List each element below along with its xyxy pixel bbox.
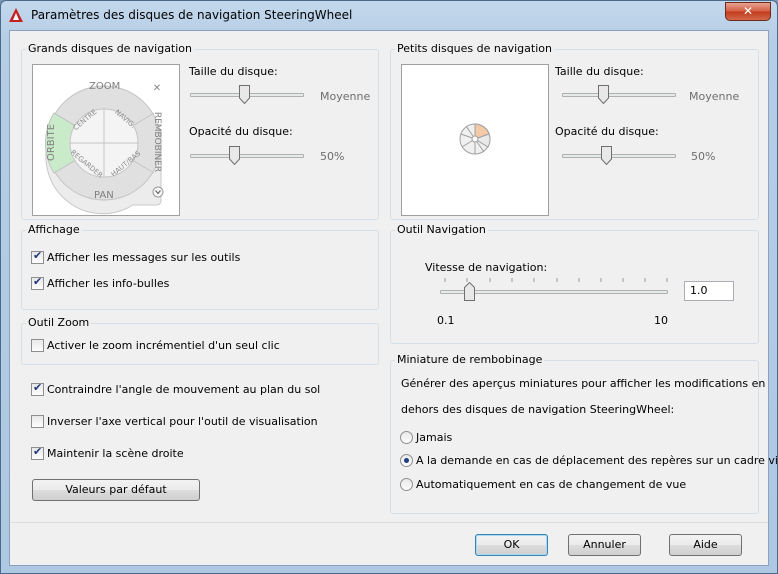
rewind-description-line2: dehors des disques de navigation Steerin… [401,403,675,416]
big-opacity-slider[interactable] [190,146,304,168]
keep-upright-checkbox[interactable] [31,445,44,460]
small-opacity-label: Opacité du disque: [555,125,659,138]
constrain-orbit-label[interactable]: Contraindre l'angle de mouvement au plan… [47,383,320,396]
on-demand-label[interactable]: A la demande en cas de déplacement des r… [416,454,778,467]
slider-track [190,154,304,158]
small-wheel-preview [401,64,549,216]
never-radio[interactable] [400,431,413,444]
rewind-thumbnail-title: Miniature de rembobinage [395,353,545,366]
big-opacity-value: 50% [320,150,345,163]
show-messages-checkbox[interactable] [31,249,44,264]
big-wheel-preview: ✕ ZOOM ORBITE PAN REMBOBINER CENTRE NAVI… [32,64,180,216]
ok-button[interactable]: OK [475,534,548,556]
footer-separator [10,522,768,523]
invert-axis-checkbox[interactable] [31,415,44,428]
window-title: Paramètres des disques de navigation Ste… [31,8,353,22]
big-size-slider[interactable] [190,85,304,107]
small-size-label: Taille du disque: [555,65,644,78]
zoom-tool-title: Outil Zoom [26,316,92,329]
big-wheels-title: Grands disques de navigation [26,42,195,55]
small-wheels-title: Petits disques de navigation [395,42,554,55]
walk-speed-label: Vitesse de navigation: [425,261,548,274]
incremental-zoom-checkbox[interactable] [31,339,44,352]
show-tooltips-checkbox[interactable] [31,275,44,290]
walk-speed-min: 0.1 [437,314,455,327]
walk-tool-title: Outil Navigation [395,223,488,236]
invert-axis-label[interactable]: Inverser l'axe vertical pour l'outil de … [47,415,318,428]
slider-thumb[interactable] [229,146,240,165]
cancel-button[interactable]: Annuler [568,534,641,556]
on-demand-radio[interactable] [400,454,413,467]
big-size-value: Moyenne [320,90,371,103]
wheel-rewind-label: REMBOBINER [152,111,163,173]
title-bar[interactable]: Paramètres des disques de navigation Ste… [1,1,777,29]
slider-thumb[interactable] [598,85,609,104]
mini-wheel-icon [459,123,491,155]
big-opacity-label: Opacité du disque: [189,125,293,138]
close-icon: ✕ [742,4,754,18]
show-tooltips-label[interactable]: Afficher les info-bulles [47,277,169,290]
dialog-body: Grands disques de navigation ✕ ZOOM ORBI… [9,30,778,566]
small-opacity-value: 50% [691,150,716,163]
slider-thumb[interactable] [239,85,250,104]
display-group: Affichage [21,223,379,310]
display-title: Affichage [26,223,82,236]
dialog-window: Paramètres des disques de navigation Ste… [0,0,778,574]
never-label[interactable]: Jamais [416,431,452,444]
walk-speed-slider[interactable] [440,278,668,304]
walk-speed-max: 10 [654,314,668,327]
small-opacity-slider[interactable] [562,146,676,168]
slider-thumb[interactable] [601,146,612,165]
slider-track [562,93,676,97]
slider-track [562,154,676,158]
wheel-zoom-label: ZOOM [89,81,121,92]
rewind-description-line1: Générer des aperçus miniatures pour affi… [401,377,766,390]
help-button[interactable]: Aide [669,534,742,556]
slider-thumb[interactable] [464,282,475,301]
wheel-pan-label: PAN [94,190,114,201]
close-button[interactable]: ✕ [725,2,771,21]
defaults-button[interactable]: Valeurs par défaut [32,479,200,501]
big-size-label: Taille du disque: [189,65,278,78]
keep-upright-label[interactable]: Maintenir la scène droite [47,447,184,460]
small-size-slider[interactable] [562,85,676,107]
svg-text:✕: ✕ [153,83,161,94]
autocad-logo-icon [9,8,23,22]
wheel-orbit-label: ORBITE [46,123,58,162]
walk-speed-input[interactable]: 1.0 [684,281,734,301]
automatic-radio[interactable] [400,478,413,491]
incremental-zoom-label[interactable]: Activer le zoom incrémentiel d'un seul c… [47,339,280,352]
show-messages-label[interactable]: Afficher les messages sur les outils [47,251,240,264]
small-size-value: Moyenne [689,90,740,103]
constrain-orbit-checkbox[interactable] [31,381,44,396]
automatic-label[interactable]: Automatiquement en cas de changement de … [416,478,686,491]
